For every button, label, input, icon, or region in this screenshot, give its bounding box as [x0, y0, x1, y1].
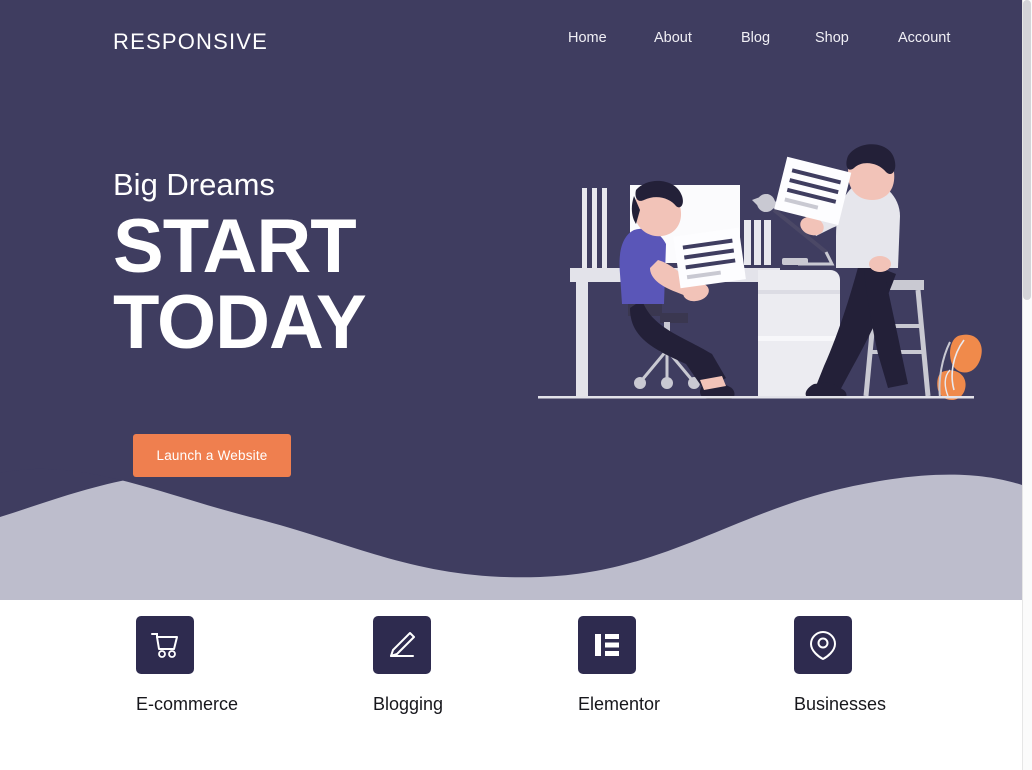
hero-eyebrow: Big Dreams — [113, 167, 275, 202]
feature-icon-tile[interactable] — [373, 616, 431, 674]
nav-item-about[interactable]: About — [654, 27, 692, 49]
launch-website-button[interactable]: Launch a Website — [133, 434, 291, 477]
map-pin-icon — [810, 630, 836, 660]
landing-page: RESPONSIVE Home About Blog Shop Account … — [0, 0, 1032, 770]
page-scrollbar-track[interactable] — [1022, 0, 1032, 770]
hero-section: RESPONSIVE Home About Blog Shop Account … — [0, 0, 1022, 600]
feature-label: Elementor — [578, 694, 661, 714]
feature-icon-tile[interactable] — [794, 616, 852, 674]
illustration-blinds — [582, 188, 607, 280]
feature-label: Blogging — [373, 694, 444, 714]
shopping-cart-icon — [151, 633, 178, 658]
feature-businesses[interactable]: Businesses — [794, 616, 1004, 715]
nav-item-account[interactable]: Account — [898, 27, 950, 49]
feature-blogging[interactable]: Blogging — [373, 616, 583, 715]
nav-item-blog[interactable]: Blog — [741, 27, 770, 49]
feature-elementor[interactable]: Elementor — [578, 616, 788, 715]
pencil-icon — [390, 632, 415, 657]
site-logo[interactable]: RESPONSIVE — [113, 29, 268, 55]
feature-icon-tile[interactable] — [578, 616, 636, 674]
nav-item-shop[interactable]: Shop — [815, 27, 849, 49]
hero-headline: START TODAY — [113, 209, 533, 361]
illustration-ground-line — [538, 396, 974, 399]
features-section: E-commerce Blogging Elementor Businesses — [0, 600, 1022, 770]
hero-illustration — [538, 144, 982, 401]
hero-headline-line-2: TODAY — [113, 280, 367, 365]
page-scrollbar-thumb[interactable] — [1023, 0, 1031, 300]
site-header: RESPONSIVE Home About Blog Shop Account — [0, 0, 1022, 78]
feature-label: E-commerce — [136, 694, 239, 714]
illustration-books — [744, 220, 771, 265]
feature-icon-tile[interactable] — [136, 616, 194, 674]
feature-label: Businesses — [794, 694, 887, 714]
illustration-document-right — [774, 156, 852, 226]
hero-headline-line-1: START — [113, 204, 357, 289]
main-navigation: Home About Blog Shop Account — [560, 27, 980, 53]
illustration-plant — [937, 334, 982, 401]
feature-ecommerce[interactable]: E-commerce — [136, 616, 346, 715]
hero-copy: Big Dreams START TODAY — [113, 165, 533, 361]
nav-item-home[interactable]: Home — [568, 27, 607, 49]
illustration-document-left — [673, 227, 746, 289]
elementor-logo-icon — [595, 634, 619, 656]
